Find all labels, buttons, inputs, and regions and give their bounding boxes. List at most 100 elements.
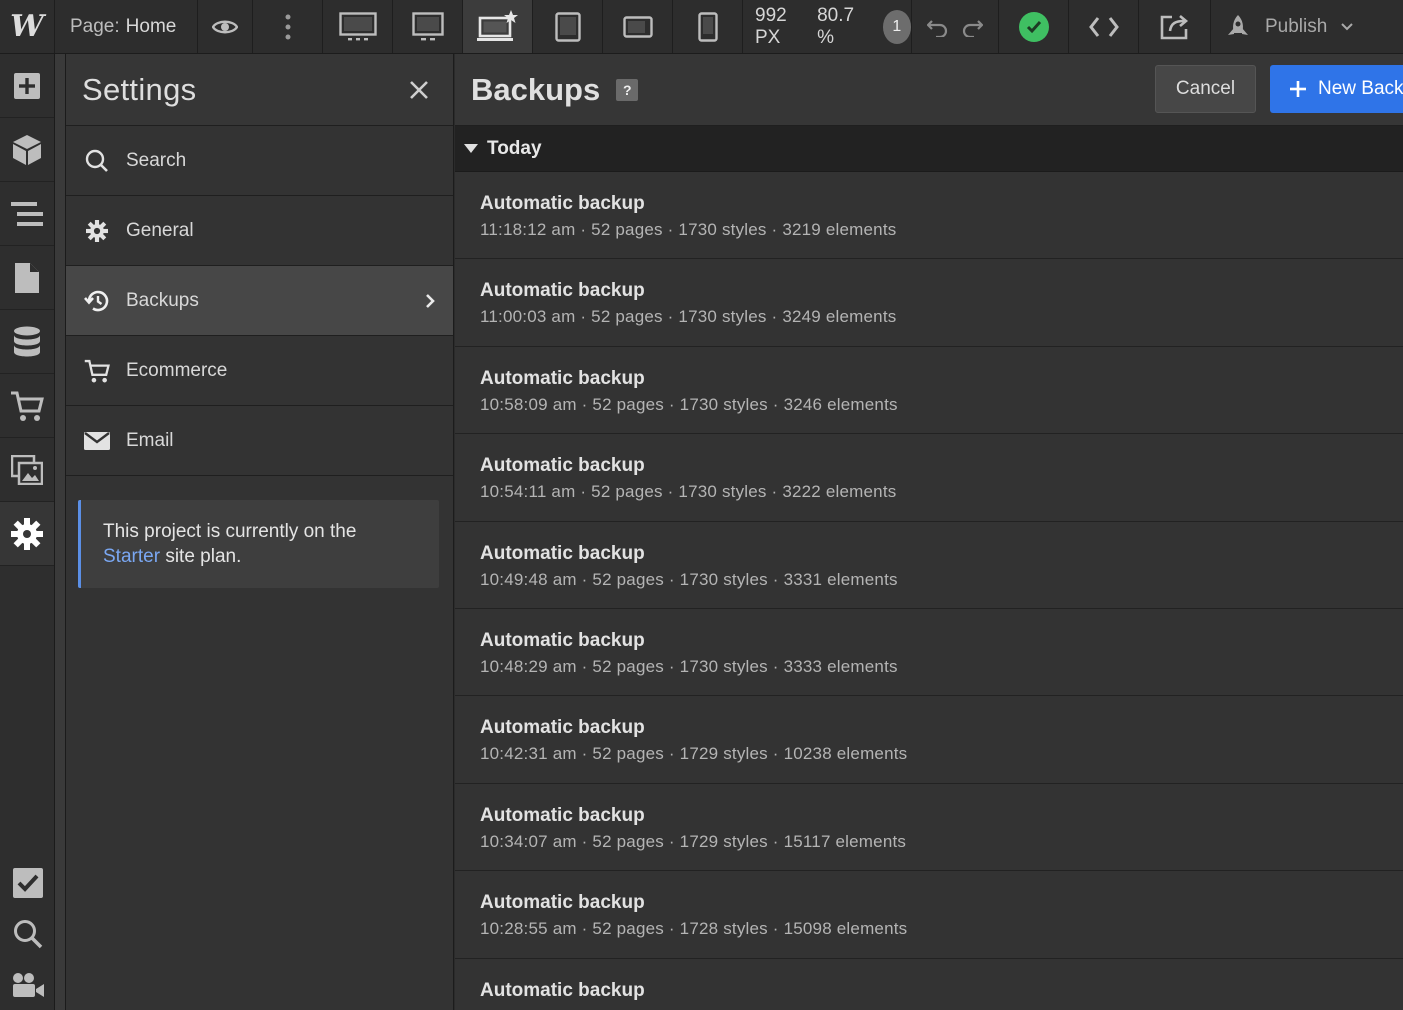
page-name: Home	[125, 15, 177, 37]
help-icon[interactable]: ?	[616, 78, 639, 101]
backup-title: Automatic backup	[480, 979, 645, 1001]
backup-meta: 10:48:29 am · 52 pages · 1730 styles · 3…	[480, 656, 898, 676]
settings-title: Settings	[82, 71, 197, 107]
backup-row[interactable]: Automatic backup 11:00:03 am · 52 pages ·…	[455, 259, 1403, 347]
left-icon-rail	[0, 54, 55, 1010]
panel-gutter	[55, 54, 66, 1010]
new-backup-button[interactable]: New Backup	[1270, 65, 1403, 113]
group-toggle-today[interactable]: Today	[455, 126, 1403, 172]
settings-nav-search[interactable]: Search	[66, 126, 453, 196]
backup-title: Automatic backup	[480, 717, 645, 739]
more-options-icon[interactable]	[253, 0, 323, 53]
pages-icon[interactable]	[0, 246, 54, 310]
backup-row[interactable]: Automatic backup 10:49:48 am · 52 pages ·…	[455, 522, 1403, 609]
canvas-dimensions: 992 PX 80.7 % 1	[743, 0, 912, 53]
cancel-button[interactable]: Cancel	[1155, 65, 1256, 113]
backup-list: Automatic backup 11:18:12 am · 52 pages ·…	[455, 172, 1403, 1010]
backup-row[interactable]: Automatic backup 10:34:07 am · 52 pages ·…	[455, 784, 1403, 872]
close-icon[interactable]	[407, 78, 431, 102]
site-plan-note: This project is currently on the Starter…	[78, 500, 439, 588]
search-icon	[84, 149, 110, 173]
page-selector[interactable]: Page: Home	[55, 0, 198, 53]
backup-title: Automatic backup	[480, 629, 645, 651]
cms-database-icon[interactable]	[0, 310, 54, 374]
webflow-logo[interactable]: W	[0, 0, 55, 53]
publish-button[interactable]: Publish	[1211, 0, 1403, 53]
backups-title: Backups	[471, 71, 601, 107]
publish-label: Publish	[1265, 15, 1328, 37]
settings-nav-label: General	[126, 219, 194, 241]
backup-meta: 10:49:48 am · 52 pages · 1730 styles · 3…	[480, 569, 898, 589]
backup-row[interactable]: Automatic backup 11:18:12 am · 52 pages ·…	[455, 172, 1403, 260]
assets-images-icon[interactable]	[0, 438, 54, 502]
settings-header: Settings	[66, 54, 453, 126]
backup-title: Automatic backup	[480, 193, 645, 214]
settings-nav-general[interactable]: General	[66, 196, 453, 266]
collaborator-count-badge[interactable]: 1	[882, 9, 911, 44]
group-label: Today	[487, 137, 542, 159]
preview-eye-icon[interactable]	[198, 0, 253, 53]
zoom-level: 80.7 %	[817, 4, 855, 48]
breakpoint-base-star-icon[interactable]	[463, 0, 533, 53]
settings-nav-backups[interactable]: Backups	[66, 266, 453, 336]
backup-row[interactable]: Automatic backup 10:28:55 am · 52 pages ·…	[455, 871, 1403, 959]
symbols-box-icon[interactable]	[0, 118, 54, 182]
settings-panel: Settings Search General Backups Ecommerc…	[66, 54, 454, 1010]
plus-icon	[1290, 81, 1306, 97]
backup-meta: 10:58:09 am · 52 pages · 1730 styles · 3…	[480, 394, 898, 414]
rail-bottom-group	[0, 857, 55, 1010]
chevron-right-icon	[426, 293, 435, 308]
breakpoint-large-desktop-icon[interactable]	[323, 0, 393, 53]
envelope-icon	[84, 431, 110, 450]
page-key-label: Page:	[70, 15, 120, 37]
backup-meta: 10:42:31 am · 52 pages · 1729 styles · 1…	[480, 744, 908, 764]
backup-row[interactable]: Automatic backup 10:42:31 am · 52 pages ·…	[455, 696, 1403, 784]
canvas-width: 992 PX	[755, 4, 787, 48]
settings-nav-label: Backups	[126, 289, 199, 311]
settings-nav-ecommerce[interactable]: Ecommerce	[66, 336, 453, 406]
breakpoint-tablet-icon[interactable]	[533, 0, 603, 53]
check-circle-icon	[1018, 11, 1049, 42]
backup-title: Automatic backup	[480, 280, 645, 302]
backups-panel: Backups ? Cancel New Backup Today Automa…	[455, 54, 1403, 1010]
backup-title: Automatic backup	[480, 804, 645, 826]
backup-row[interactable]: Automatic backup	[455, 959, 1403, 1010]
chevron-down-icon	[1341, 22, 1354, 30]
backup-title: Automatic backup	[480, 542, 645, 564]
settings-nav-email[interactable]: Email	[66, 406, 453, 476]
ecommerce-cart-icon[interactable]	[0, 374, 54, 438]
history-icon	[84, 289, 110, 313]
add-panel-icon[interactable]	[0, 54, 54, 118]
new-backup-label: New Backup	[1318, 78, 1403, 99]
top-toolbar: W Page: Home 992 PX 80.7 % 1 Publish	[0, 0, 1403, 54]
backup-title: Automatic backup	[480, 455, 645, 477]
settings-gear-icon[interactable]	[0, 502, 54, 566]
backup-row[interactable]: Automatic backup 10:58:09 am · 52 pages ·…	[455, 347, 1403, 435]
plan-link[interactable]: Starter	[103, 546, 160, 567]
code-export-icon[interactable]	[1069, 0, 1139, 53]
site-status[interactable]	[999, 0, 1069, 53]
breakpoint-mobile-portrait-icon[interactable]	[673, 0, 743, 53]
backups-header: Backups ? Cancel New Backup	[455, 54, 1403, 126]
search-icon[interactable]	[0, 908, 55, 959]
navigator-icon[interactable]	[0, 182, 54, 246]
cart-icon	[84, 358, 110, 384]
settings-nav-label: Ecommerce	[126, 359, 228, 381]
backup-title: Automatic backup	[480, 892, 645, 914]
backup-row[interactable]: Automatic backup 10:54:11 am · 52 pages ·…	[455, 434, 1403, 522]
share-icon[interactable]	[1139, 0, 1211, 53]
redo-icon[interactable]	[961, 17, 983, 37]
breakpoint-mobile-landscape-icon[interactable]	[603, 0, 673, 53]
rocket-icon	[1228, 14, 1248, 35]
undo-icon[interactable]	[927, 17, 949, 37]
caret-down-icon	[464, 144, 478, 153]
backup-meta: 10:34:07 am · 52 pages · 1729 styles · 1…	[480, 831, 907, 851]
video-tutorials-icon[interactable]	[0, 959, 55, 1010]
breakpoint-desktop-icon[interactable]	[393, 0, 463, 53]
settings-nav-label: Email	[126, 429, 174, 451]
gear-icon	[84, 219, 110, 242]
plan-note-suffix: site plan.	[165, 546, 242, 567]
audit-checkbox-icon[interactable]	[0, 857, 55, 908]
backup-row[interactable]: Automatic backup 10:48:29 am · 52 pages ·…	[455, 609, 1403, 697]
backup-meta: 10:28:55 am · 52 pages · 1728 styles · 1…	[480, 919, 908, 939]
